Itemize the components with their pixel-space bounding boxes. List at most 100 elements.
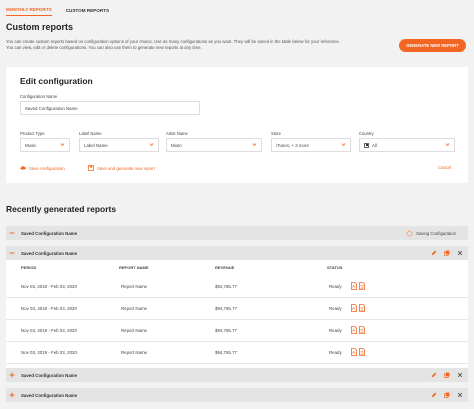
close-icon[interactable]	[457, 250, 463, 256]
store-label: Store	[271, 131, 282, 136]
close-icon[interactable]	[457, 392, 463, 398]
product-type-select[interactable]: Music	[20, 138, 70, 152]
label-name-label: Label Name	[79, 131, 102, 136]
download-icons	[351, 348, 365, 356]
chevron-down-icon	[149, 142, 154, 147]
table-row: Nov 03, 2019 - Feb 03, 2020 Report Name …	[6, 298, 468, 320]
config-row-name: Saved Configuration Name	[21, 230, 78, 236]
plus-icon[interactable]	[9, 392, 15, 398]
tab-custom-reports[interactable]: CUSTOM REPORTS	[66, 8, 109, 16]
edit-configuration-title: Edit configuration	[20, 76, 93, 86]
recent-reports-title: Recently generated reports	[6, 204, 117, 214]
period-cell: Nov 03, 2019 - Feb 03, 2020	[21, 284, 77, 289]
chevron-down-icon	[341, 142, 346, 147]
period-cell: Nov 03, 2019 - Feb 03, 2020	[21, 328, 77, 333]
column-header-revenue: REVENUE	[215, 265, 235, 270]
product-type-value: Music	[25, 142, 37, 148]
spreadsheet-icon[interactable]	[359, 304, 365, 312]
status-cell: Ready	[329, 284, 342, 289]
save-configuration-button[interactable]: Save configuration	[20, 165, 65, 171]
status-cell: Ready	[329, 306, 342, 311]
pdf-icon[interactable]	[351, 326, 357, 334]
copy-icon[interactable]	[444, 250, 450, 256]
store-select[interactable]: iTunes, + 2 more	[271, 138, 351, 152]
copy-icon[interactable]	[444, 392, 450, 398]
spreadsheet-icon[interactable]	[359, 326, 365, 334]
config-row[interactable]: Saved Configuration Name	[6, 368, 468, 382]
page-description: You can create custom reports based on c…	[6, 39, 340, 50]
chevron-down-icon	[252, 142, 257, 147]
report-name-cell: Report Name	[121, 328, 148, 333]
config-row-name: Saved Configuration Name	[21, 372, 78, 378]
download-icons	[351, 326, 365, 334]
revenue-cell: $94,765.77	[215, 306, 237, 311]
config-row[interactable]: Saved Configuration Name	[6, 388, 468, 402]
revenue-cell: $94,765.77	[215, 284, 237, 289]
chevron-down-icon	[60, 142, 65, 147]
spreadsheet-icon[interactable]	[359, 348, 365, 356]
revenue-cell: $94,765.77	[215, 328, 237, 333]
cancel-button[interactable]: Cancel	[438, 165, 451, 170]
config-row-tools	[431, 372, 463, 378]
report-name-cell: Report Name	[121, 284, 148, 289]
save-and-generate-button[interactable]: Save and generate new report	[88, 165, 155, 171]
table-row: Nov 03, 2019 - Feb 03, 2020 Report Name …	[6, 276, 468, 298]
page-title: Custom reports	[6, 22, 74, 32]
report-name-cell: Report Name	[121, 306, 148, 311]
country-select[interactable]: All	[359, 138, 455, 152]
status-cell: Ready	[329, 350, 342, 355]
download-icons	[351, 282, 365, 290]
country-value: All	[372, 142, 377, 148]
pdf-icon[interactable]	[351, 348, 357, 356]
minus-icon[interactable]	[9, 250, 15, 256]
column-header-status: STATUS	[327, 265, 343, 270]
download-icons	[351, 304, 365, 312]
plus-icon[interactable]	[9, 372, 15, 378]
tab-monthly-reports[interactable]: MONTHLY REPORTS	[6, 7, 52, 16]
country-checkbox[interactable]	[364, 142, 369, 148]
store-value: iTunes, + 2 more	[276, 142, 309, 148]
table-row: Nov 03, 2019 - Feb 03, 2020 Report Name …	[6, 342, 468, 364]
config-row[interactable]: Saved Configuration Name Saving Configur…	[6, 226, 468, 240]
config-row-tools	[431, 250, 463, 256]
save-and-generate-label: Save and generate new report	[97, 165, 155, 171]
table-row: Nov 03, 2019 - Feb 03, 2020 Report Name …	[6, 320, 468, 342]
reports-table: PERIOD REPORT NAME REVENUE STATUS Nov 03…	[6, 260, 468, 368]
save-configuration-label: Save configuration	[29, 165, 65, 171]
saving-label: Saving Configuration	[416, 231, 456, 236]
period-cell: Nov 03, 2019 - Feb 03, 2020	[21, 350, 77, 355]
column-header-period: PERIOD	[21, 265, 37, 270]
cloud-save-icon	[20, 165, 26, 171]
close-icon[interactable]	[457, 372, 463, 378]
edit-configuration-panel: Edit configuration Configuration Name Sa…	[6, 67, 468, 183]
copy-icon[interactable]	[444, 372, 450, 378]
config-name-input[interactable]: Saved Configuration Name	[20, 101, 200, 115]
status-cell: Ready	[329, 328, 342, 333]
edit-icon[interactable]	[431, 372, 437, 378]
generate-new-report-button[interactable]: GENERATE NEW REPORT	[399, 39, 466, 52]
config-name-value: Saved Configuration Name	[25, 105, 78, 111]
period-cell: Nov 03, 2019 - Feb 03, 2020	[21, 306, 77, 311]
edit-icon[interactable]	[431, 392, 437, 398]
edit-icon[interactable]	[431, 250, 437, 256]
spreadsheet-icon[interactable]	[359, 282, 365, 290]
config-name-label: Configuration Name	[20, 94, 58, 99]
artist-name-value: Mioto	[171, 142, 182, 148]
spinner-icon	[406, 230, 413, 237]
label-name-select[interactable]: Label Name	[79, 138, 159, 152]
artist-name-select[interactable]: Mioto	[166, 138, 262, 152]
artist-name-label: Artist Name	[166, 131, 188, 136]
top-tabs: MONTHLY REPORTS CUSTOM REPORTS	[0, 0, 474, 16]
pdf-icon[interactable]	[351, 304, 357, 312]
saving-status: Saving Configuration	[406, 230, 456, 237]
product-type-label: Product Type	[20, 131, 45, 136]
config-row-tools	[431, 392, 463, 398]
minus-icon[interactable]	[9, 230, 15, 236]
label-name-value: Label Name	[84, 142, 108, 148]
revenue-cell: $94,765.77	[215, 350, 237, 355]
chevron-down-icon	[445, 142, 450, 147]
pdf-icon[interactable]	[351, 282, 357, 290]
config-row[interactable]: Saved Configuration Name	[6, 246, 468, 260]
config-row-name: Saved Configuration Name	[21, 250, 78, 256]
config-row-name: Saved Configuration Name	[21, 392, 78, 398]
